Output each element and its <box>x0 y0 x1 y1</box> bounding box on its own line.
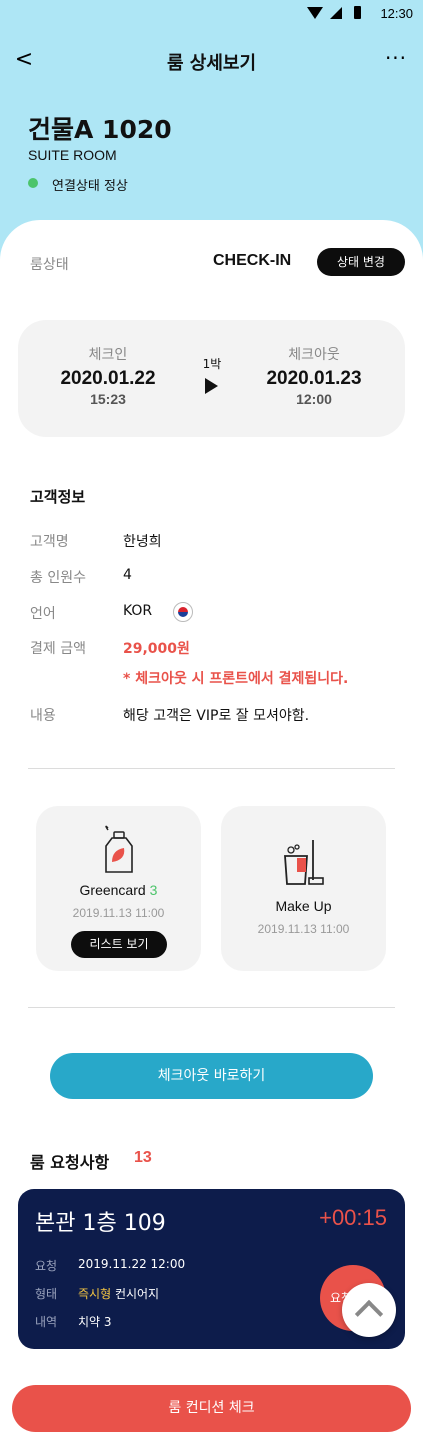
connection-status: 연결상태 정상 <box>52 179 128 194</box>
request-time-value: 2019.11.22 12:00 <box>78 1257 186 1271</box>
checkin-date: 2020.01.22 <box>60 368 156 389</box>
request-type-value: 즉시형 컨시어지 <box>78 1285 159 1302</box>
greencard-count: 3 <box>149 882 158 898</box>
battery-icon <box>354 6 361 19</box>
checkin-label: 체크인 <box>88 347 128 363</box>
greencard-card[interactable]: Greencard 3 2019.11.13 11:00 리스트 보기 <box>36 806 201 971</box>
request-room: 본관 1층 109 <box>35 1211 166 1236</box>
checkout-label: 체크아웃 <box>288 347 340 363</box>
makeup-title: Make Up <box>275 898 332 914</box>
customer-name-value: 한녕희 <box>123 534 162 550</box>
scroll-to-top-button[interactable] <box>342 1283 396 1337</box>
room-requests-title: 룸 요청사항 <box>30 1153 110 1172</box>
makeup-date: 2019.11.13 11:00 <box>257 922 350 936</box>
guest-count-label: 총 인원수 <box>30 570 86 586</box>
signal-icon <box>330 7 342 19</box>
wifi-icon <box>307 7 323 19</box>
request-type-highlight: 즉시형 <box>78 1287 112 1301</box>
room-title: 건물A 1020 <box>28 115 172 144</box>
room-state-value: CHECK-IN <box>213 252 292 269</box>
play-arrow-icon <box>205 378 218 394</box>
korea-flag-icon <box>173 602 193 622</box>
request-detail-label: 내역 <box>35 1315 58 1329</box>
room-state-label: 룸상태 <box>30 257 69 273</box>
connection-status-dot-icon <box>28 178 38 188</box>
status-time: 12:30 <box>380 6 413 21</box>
request-time-label: 요청 <box>35 1259 58 1273</box>
greencard-name: Greencard <box>79 882 146 898</box>
checkout-date: 2020.01.23 <box>266 368 362 389</box>
language-label: 언어 <box>30 606 56 622</box>
divider <box>28 1007 395 1008</box>
greencard-date: 2019.11.13 11:00 <box>72 906 165 920</box>
back-arrow-icon[interactable]: < <box>12 48 36 72</box>
stay-period-card: 체크인 2020.01.22 15:23 1박 체크아웃 2020.01.23 … <box>18 320 405 437</box>
chevron-up-icon <box>354 1299 384 1329</box>
more-options-icon[interactable]: ··· <box>381 48 411 72</box>
memo-label: 내용 <box>30 708 56 724</box>
change-state-button[interactable]: 상태 변경 <box>317 248 405 276</box>
guest-count-value: 4 <box>123 567 132 583</box>
memo-value: 해당 고객은 VIP로 잘 모셔야함. <box>123 708 310 724</box>
view-list-button[interactable]: 리스트 보기 <box>71 931 167 958</box>
payment-label: 결제 금액 <box>30 641 86 657</box>
greencard-title: Greencard 3 <box>36 882 201 898</box>
room-type: SUITE ROOM <box>28 147 117 163</box>
divider <box>28 768 395 769</box>
status-bar: 12:30 <box>0 0 423 30</box>
room-condition-check-button[interactable]: 룸 컨디션 체크 <box>12 1385 411 1432</box>
request-type-label: 형태 <box>35 1287 58 1301</box>
checkin-time: 15:23 <box>90 391 126 407</box>
checkout-time: 12:00 <box>296 391 332 407</box>
room-requests-count: 13 <box>134 1149 152 1166</box>
language-value: KOR <box>123 603 153 619</box>
makeup-card[interactable]: Make Up 2019.11.13 11:00 <box>221 806 386 971</box>
checkin-column: 체크인 2020.01.22 15:23 <box>33 344 183 407</box>
request-type-text: 컨시어지 <box>111 1287 160 1301</box>
nights-count: 1박 <box>202 357 222 371</box>
request-timer: +00:15 <box>319 1205 387 1230</box>
request-detail-value: 치약 3 <box>78 1315 112 1329</box>
payment-note: * 체크아웃 시 프론트에서 결제됩니다. <box>123 671 349 687</box>
customer-name-label: 고객명 <box>30 534 69 550</box>
checkout-now-button[interactable]: 체크아웃 바로하기 <box>50 1053 373 1099</box>
checkout-column: 체크아웃 2020.01.23 12:00 <box>239 344 389 407</box>
payment-amount: 29,000원 <box>123 641 190 657</box>
cleaning-bucket-icon <box>284 840 324 885</box>
greencard-tag-icon <box>105 825 133 873</box>
customer-info-title: 고객정보 <box>30 488 86 506</box>
